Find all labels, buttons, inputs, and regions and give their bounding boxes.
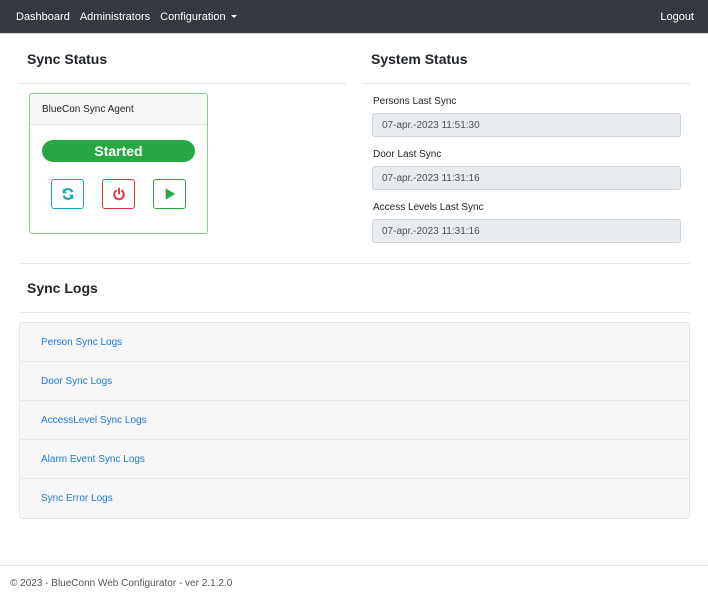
sync-logs-title: Sync Logs — [27, 280, 98, 296]
sync-agent-name: BlueCon Sync Agent — [30, 94, 207, 125]
log-link-person[interactable]: Person Sync Logs — [20, 323, 689, 362]
log-link-door[interactable]: Door Sync Logs — [20, 362, 689, 401]
play-icon — [165, 188, 175, 200]
sync-status-divider — [19, 83, 346, 84]
door-last-sync-field: 07-apr.-2023 11:31:16 — [372, 166, 681, 190]
top-navbar: Dashboard Administrators Configuration L… — [0, 0, 708, 34]
sync-logs-list: Person Sync Logs Door Sync Logs AccessLe… — [19, 322, 690, 519]
agent-status-badge: Started — [42, 140, 195, 162]
log-link-alarm-event[interactable]: Alarm Event Sync Logs — [20, 440, 689, 479]
persons-last-sync-label: Persons Last Sync — [373, 96, 457, 107]
nav-links: Dashboard Administrators Configuration — [0, 11, 247, 23]
caret-down-icon — [230, 15, 237, 18]
section-divider — [19, 263, 690, 264]
refresh-agent-button[interactable] — [51, 179, 84, 209]
nav-dashboard[interactable]: Dashboard — [16, 11, 70, 23]
persons-last-sync-field: 07-apr.-2023 11:51:30 — [372, 113, 681, 137]
door-last-sync-label: Door Last Sync — [373, 149, 442, 160]
sync-status-title: Sync Status — [27, 51, 108, 67]
nav-administrators[interactable]: Administrators — [80, 11, 150, 23]
stop-agent-button[interactable] — [102, 179, 135, 209]
log-link-sync-error[interactable]: Sync Error Logs — [20, 479, 689, 518]
footer-divider — [0, 565, 708, 566]
start-agent-button[interactable] — [153, 179, 186, 209]
nav-configuration-dropdown[interactable]: Configuration — [160, 10, 237, 23]
sync-agent-card: BlueCon Sync Agent Started — [29, 93, 208, 234]
power-icon — [112, 187, 125, 201]
access-levels-last-sync-field: 07-apr.-2023 11:31:16 — [372, 219, 681, 243]
sync-logs-divider — [19, 312, 690, 313]
system-status-divider — [363, 83, 690, 84]
nav-configuration-label: Configuration — [160, 10, 226, 23]
logout-link[interactable]: Logout — [660, 11, 694, 23]
access-levels-last-sync-label: Access Levels Last Sync — [373, 202, 484, 213]
log-link-accesslevel[interactable]: AccessLevel Sync Logs — [20, 401, 689, 440]
footer-copyright: © 2023 - BlueConn Web Configurator - ver… — [10, 578, 233, 589]
refresh-icon — [62, 188, 73, 200]
system-status-title: System Status — [371, 51, 468, 67]
